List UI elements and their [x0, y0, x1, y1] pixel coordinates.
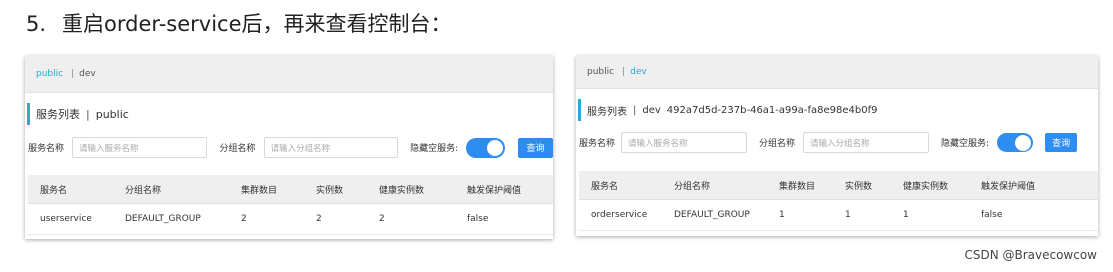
- hide-empty-label: 隐藏空服务:: [410, 144, 459, 154]
- column-header: 服务名: [28, 175, 113, 204]
- service-name-cell: orderservice: [579, 199, 662, 231]
- column-header: 实例数: [833, 171, 891, 200]
- search-bar: 服务名称 请输入服务名称 分组名称 请输入分组名称 隐藏空服务: 查询: [25, 137, 553, 158]
- column-header: 健康实例数: [367, 175, 455, 204]
- namespace-tab-public[interactable]: public: [36, 69, 63, 79]
- table-header-row: 服务名 分组名称 集群数目 实例数 健康实例数 触发保护阈值: [579, 171, 1098, 200]
- group-name-input[interactable]: 请输入分组名称: [263, 137, 399, 158]
- service-list-panel-public: public | dev 服务列表 | public 服务名称 请输入服务名称 …: [25, 56, 553, 239]
- column-header: 集群数目: [229, 175, 304, 204]
- cluster-count-cell: 1: [767, 199, 833, 231]
- search-bar: 服务名称 请输入服务名称 分组名称 请输入分组名称 隐藏空服务: 查询: [576, 132, 1098, 153]
- namespace-tab-dev[interactable]: dev: [79, 69, 96, 79]
- column-header: 健康实例数: [891, 171, 969, 200]
- namespace-bar: public | dev: [25, 56, 553, 93]
- table-row[interactable]: orderservice DEFAULT_GROUP 1 1 1 false: [579, 199, 1098, 231]
- page-title-namespace: public: [95, 107, 129, 121]
- column-header: 分组名称: [113, 175, 229, 204]
- page-title: 服务列表 | dev 492a7d5d-237b-46a1-a99a-fa8e9…: [576, 99, 1098, 121]
- query-button[interactable]: 查询: [518, 137, 553, 158]
- title-separator: |: [86, 107, 90, 121]
- table-row[interactable]: userservice DEFAULT_GROUP 2 2 2 false: [28, 203, 553, 235]
- hide-empty-toggle[interactable]: [997, 133, 1034, 152]
- protect-threshold-cell: false: [455, 203, 553, 235]
- column-header: 实例数: [304, 175, 367, 204]
- healthy-count-cell: 1: [891, 199, 969, 231]
- instruction-heading: 5. 重启order-service后，再来查看控制台：: [26, 8, 452, 38]
- group-cell: DEFAULT_GROUP: [662, 199, 767, 231]
- column-header: 触发保护阈值: [455, 175, 553, 204]
- watermark: CSDN @Bravecowcow: [964, 248, 1097, 262]
- group-name-input[interactable]: 请输入分组名称: [803, 132, 930, 153]
- service-name-input[interactable]: 请输入服务名称: [72, 137, 207, 158]
- table-header-row: 服务名 分组名称 集群数目 实例数 健康实例数 触发保护阈值: [28, 175, 553, 204]
- page-title-namespace: dev: [642, 104, 661, 116]
- cluster-count-cell: 2: [229, 203, 304, 235]
- service-list-panel-dev: public | dev 服务列表 | dev 492a7d5d-237b-46…: [576, 56, 1098, 236]
- step-number: 5.: [26, 12, 47, 36]
- group-name-label: 分组名称: [759, 139, 796, 149]
- namespace-separator: |: [71, 69, 75, 79]
- protect-threshold-cell: false: [969, 199, 1098, 231]
- hide-empty-label: 隐藏空服务:: [941, 139, 990, 149]
- group-name-label: 分组名称: [219, 144, 256, 154]
- step-text: 重启order-service后，再来查看控制台：: [62, 12, 452, 36]
- page-title-text: 服务列表: [36, 108, 80, 121]
- page-title: 服务列表 | public: [25, 103, 553, 125]
- namespace-tab-dev[interactable]: dev: [630, 67, 647, 77]
- service-name-cell: userservice: [28, 203, 113, 235]
- column-header: 服务名: [579, 171, 662, 200]
- column-header: 集群数目: [767, 171, 833, 200]
- column-header: 分组名称: [662, 171, 767, 200]
- group-cell: DEFAULT_GROUP: [113, 203, 229, 235]
- namespace-separator: |: [622, 67, 626, 77]
- healthy-count-cell: 2: [367, 203, 455, 235]
- namespace-bar: public | dev: [576, 56, 1098, 89]
- service-table: 服务名 分组名称 集群数目 实例数 健康实例数 触发保护阈值 userservi…: [28, 175, 553, 235]
- instance-count-cell: 2: [304, 203, 367, 235]
- instance-count-cell: 1: [833, 199, 891, 231]
- title-separator: |: [633, 104, 637, 116]
- service-name-label: 服务名称: [28, 144, 65, 154]
- namespace-id: 492a7d5d-237b-46a1-a99a-fa8e98e4b0f9: [666, 104, 878, 116]
- service-table: 服务名 分组名称 集群数目 实例数 健康实例数 触发保护阈值 orderserv…: [579, 171, 1098, 231]
- namespace-tab-public[interactable]: public: [587, 67, 614, 77]
- service-name-input[interactable]: 请输入服务名称: [621, 132, 748, 153]
- query-button[interactable]: 查询: [1045, 133, 1078, 152]
- page-title-text: 服务列表: [587, 106, 627, 118]
- column-header: 触发保护阈值: [969, 171, 1098, 200]
- service-name-label: 服务名称: [579, 139, 616, 149]
- hide-empty-toggle[interactable]: [466, 137, 506, 158]
